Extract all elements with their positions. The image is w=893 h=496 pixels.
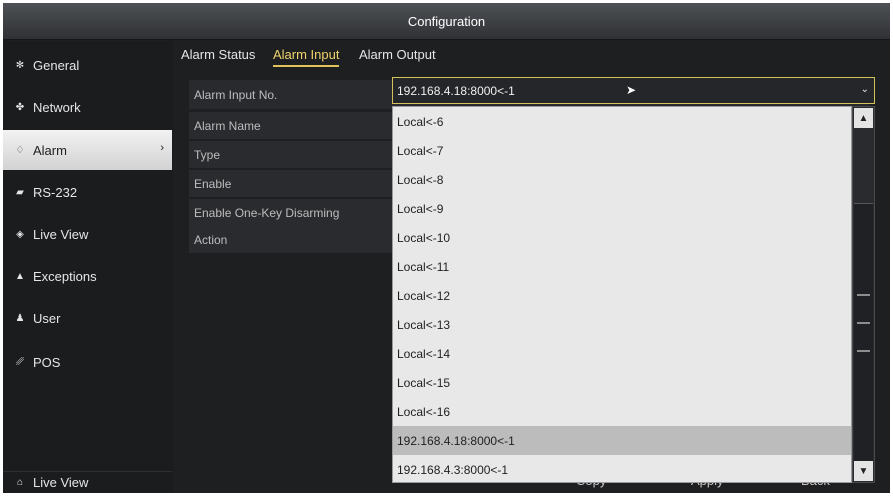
tab-alarm-output[interactable]: Alarm Output [359, 47, 436, 62]
action-row: Action [189, 226, 393, 253]
pos-terminal-icon: ␥ [16, 356, 24, 368]
dropdown-option[interactable]: Local<-9 [393, 194, 851, 223]
alarm-input-dropdown: Local<-6 Local<-7 Local<-8 Local<-9 Loca… [392, 106, 852, 483]
one-key-disarming-row: Enable One-Key Disarming [189, 199, 393, 226]
sidebar-item-label: Alarm [33, 142, 67, 158]
window-title: Configuration [407, 13, 486, 29]
chevron-down-icon: ⌄ [860, 84, 869, 95]
selected-value: 192.168.4.18:8000<-1 [397, 83, 515, 98]
sidebar-item-user[interactable]: ♟ User [3, 298, 172, 338]
sidebar-item-label: Live View [33, 226, 89, 242]
scroll-down-button[interactable]: ▼ [854, 461, 873, 481]
title-bar: Configuration [3, 3, 890, 40]
dropdown-scrollbar[interactable]: ▲ ▼ [852, 106, 875, 483]
sidebar-item-label: Network [33, 99, 81, 115]
scrollbar-thumb[interactable] [854, 203, 873, 463]
chevron-up-icon: ▲ [858, 112, 869, 124]
dropdown-option[interactable]: Local<-6 [393, 107, 851, 136]
sidebar-item-live-view[interactable]: ◈ Live View [3, 214, 172, 254]
dropdown-option[interactable]: 192.168.4.3:8000<-1 [393, 455, 851, 482]
chevron-right-icon: › [160, 142, 164, 154]
enable-row: Enable [189, 170, 393, 197]
one-key-disarming-label: Enable One-Key Disarming [194, 205, 340, 220]
dropdown-option-highlighted[interactable]: 192.168.4.18:8000<-1 [393, 426, 851, 455]
sidebar: ✻ General ✤ Network ♢ Alarm › ▰ RS-232 ◈… [3, 41, 173, 493]
users-icon: ♟ [15, 312, 25, 324]
dropdown-option[interactable]: Local<-13 [393, 310, 851, 339]
sidebar-item-label: User [33, 310, 61, 326]
type-label: Type [194, 147, 221, 162]
eye-icon: ◈ [16, 228, 24, 240]
network-icon: ✤ [15, 101, 25, 113]
sidebar-item-exceptions[interactable]: ▲ Exceptions [3, 256, 172, 296]
warning-icon: ▲ [15, 270, 25, 282]
dropdown-option[interactable]: Local<-16 [393, 397, 851, 426]
sidebar-item-alarm[interactable]: ♢ Alarm › [3, 130, 172, 170]
dropdown-option[interactable]: Local<-7 [393, 136, 851, 165]
action-label: Action [194, 232, 228, 247]
sidebar-item-label: General [33, 57, 80, 73]
tab-alarm-input[interactable]: Alarm Input [273, 47, 340, 67]
enable-label: Enable [194, 176, 232, 191]
grip-line [857, 322, 870, 324]
live-view-button[interactable]: ⌂ Live View [3, 471, 172, 493]
dropdown-option[interactable]: Local<-8 [393, 165, 851, 194]
sidebar-item-network[interactable]: ✤ Network [3, 87, 172, 127]
type-row: Type [189, 141, 393, 168]
mouse-pointer-icon: ➤ [626, 83, 637, 97]
dropdown-option[interactable]: Local<-12 [393, 281, 851, 310]
live-view-label: Live View [33, 475, 89, 490]
tab-alarm-status[interactable]: Alarm Status [181, 47, 255, 62]
alarm-name-label: Alarm Name [194, 118, 261, 133]
grip-line [857, 294, 870, 296]
sidebar-item-rs232[interactable]: ▰ RS-232 [3, 172, 172, 212]
dropdown-option[interactable]: Local<-11 [393, 252, 851, 281]
sidebar-item-label: RS-232 [33, 184, 78, 200]
home-icon: ⌂ [16, 477, 24, 488]
alarm-input-no-label: Alarm Input No. [194, 87, 278, 102]
dropdown-option[interactable]: Local<-10 [393, 223, 851, 252]
alarm-name-row: Alarm Name [189, 112, 393, 139]
chevron-down-icon: ▼ [858, 465, 869, 477]
sidebar-item-label: POS [33, 354, 61, 370]
sidebar-item-pos[interactable]: ␥ POS [3, 342, 172, 382]
grip-line [857, 350, 870, 352]
dropdown-option[interactable]: Local<-14 [393, 339, 851, 368]
sidebar-item-general[interactable]: ✻ General [3, 45, 172, 85]
alarm-bell-icon: ♢ [15, 144, 25, 156]
scroll-up-button[interactable]: ▲ [854, 108, 873, 128]
dropdown-option[interactable]: Local<-15 [393, 368, 851, 397]
sidebar-item-label: Exceptions [33, 268, 97, 284]
rs232-port-icon: ▰ [16, 186, 24, 198]
gear-icon: ✻ [15, 59, 25, 71]
